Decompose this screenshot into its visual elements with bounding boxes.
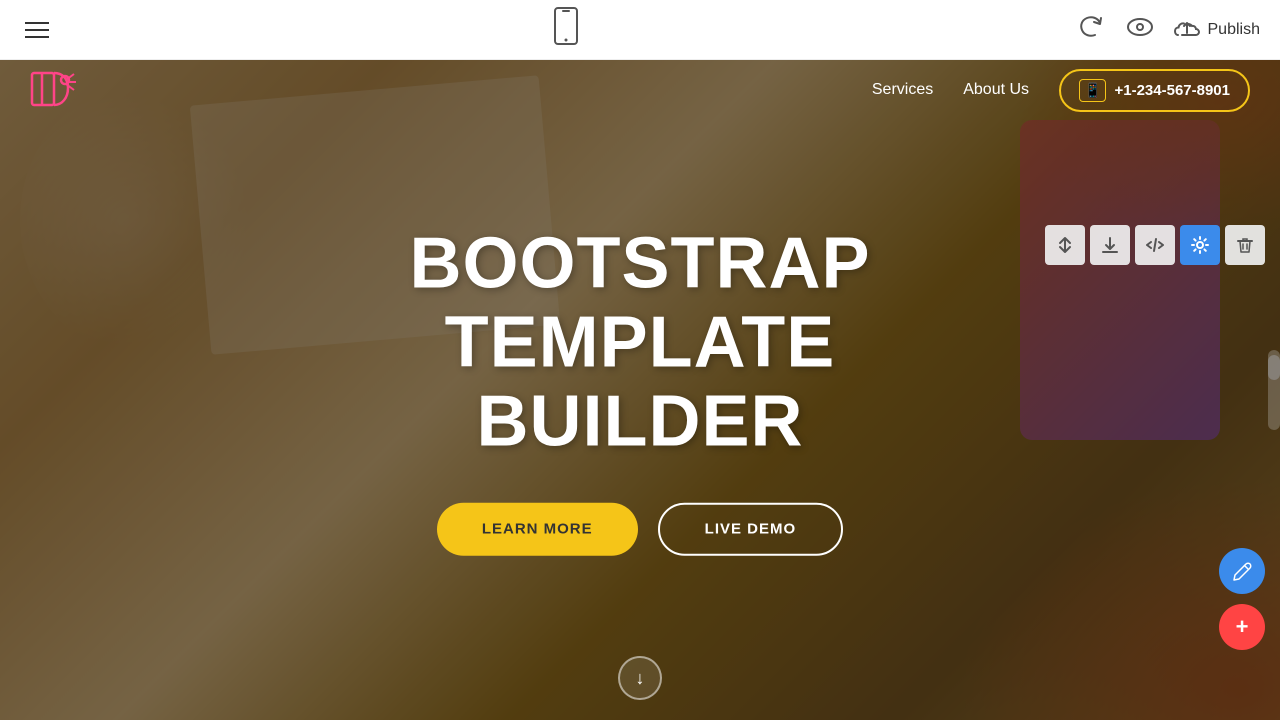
section-toolbar xyxy=(1045,225,1265,265)
toolbar-right: Publish xyxy=(1078,13,1260,47)
undo-icon[interactable] xyxy=(1078,13,1106,47)
code-section-button[interactable] xyxy=(1135,225,1175,265)
download-section-button[interactable] xyxy=(1090,225,1130,265)
nav-services[interactable]: Services xyxy=(872,81,933,99)
publish-button[interactable]: Publish xyxy=(1174,19,1260,41)
move-section-button[interactable] xyxy=(1045,225,1085,265)
hero-title-line2: TEMPLATE BUILDER xyxy=(445,303,836,462)
hero-content: BOOTSTRAP TEMPLATE BUILDER LEARN MORE LI… xyxy=(290,225,990,556)
fab-container: + xyxy=(1219,548,1265,650)
top-toolbar: Publish xyxy=(0,0,1280,60)
add-icon: + xyxy=(1236,614,1249,640)
hero-section: Services About Us 📱 +1-234-567-8901 xyxy=(0,60,1280,720)
hero-title: BOOTSTRAP TEMPLATE BUILDER xyxy=(290,225,990,463)
preview-icon[interactable] xyxy=(1126,13,1154,47)
menu-button[interactable] xyxy=(20,17,54,43)
hero-buttons: LEARN MORE LIVE DEMO xyxy=(290,502,990,555)
right-scrollbar[interactable] xyxy=(1268,350,1280,430)
nav-links: Services About Us 📱 +1-234-567-8901 xyxy=(872,69,1250,112)
scrollbar-thumb xyxy=(1268,355,1280,380)
hero-title-line1: BOOTSTRAP xyxy=(409,224,870,304)
scroll-down-button[interactable]: ↓ xyxy=(618,656,662,700)
add-fab-button[interactable]: + xyxy=(1219,604,1265,650)
delete-section-button[interactable] xyxy=(1225,225,1265,265)
toolbar-left xyxy=(20,17,54,43)
edit-fab-button[interactable] xyxy=(1219,548,1265,594)
mobile-preview-icon[interactable] xyxy=(553,7,579,52)
publish-label: Publish xyxy=(1208,21,1260,39)
phone-number: +1-234-567-8901 xyxy=(1114,82,1230,99)
phone-button[interactable]: 📱 +1-234-567-8901 xyxy=(1059,69,1250,112)
logo[interactable] xyxy=(30,68,80,113)
phone-icon: 📱 xyxy=(1079,79,1106,102)
toolbar-center xyxy=(553,7,579,52)
nav-about[interactable]: About Us xyxy=(963,81,1029,99)
scroll-down-arrow-icon: ↓ xyxy=(636,668,645,689)
canvas: Services About Us 📱 +1-234-567-8901 xyxy=(0,60,1280,720)
settings-section-button[interactable] xyxy=(1180,225,1220,265)
hero-navbar: Services About Us 📱 +1-234-567-8901 xyxy=(0,60,1280,120)
learn-more-button[interactable]: LEARN MORE xyxy=(437,502,638,555)
live-demo-button[interactable]: LIVE DEMO xyxy=(658,502,844,555)
